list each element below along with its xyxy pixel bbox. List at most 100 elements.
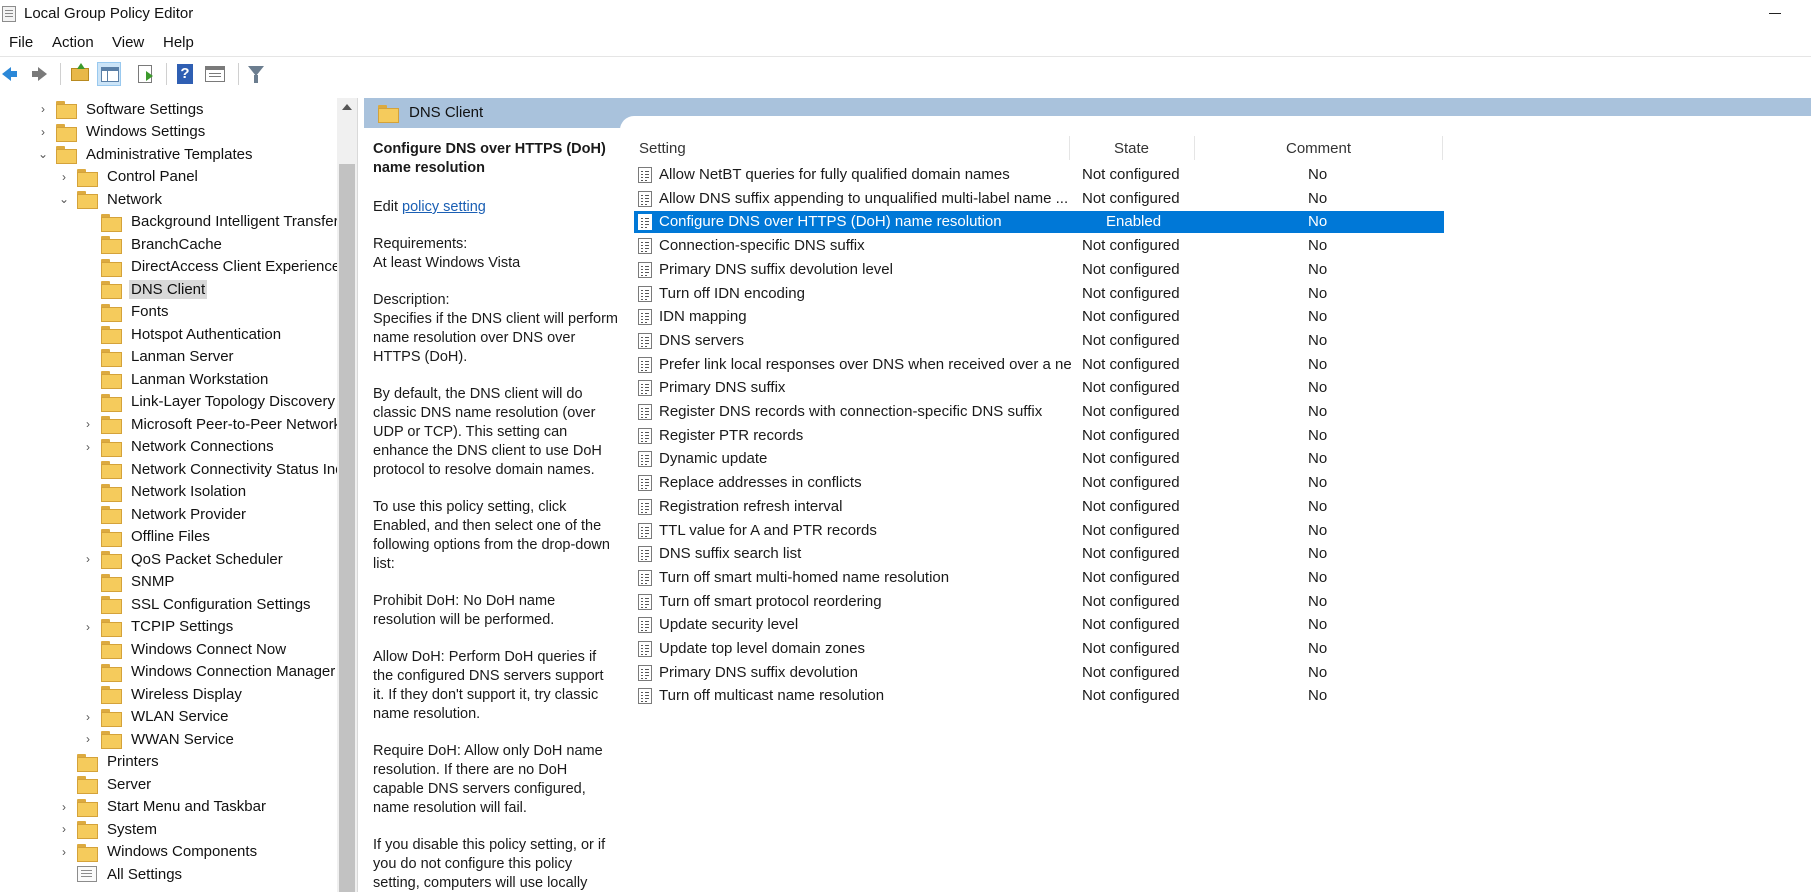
table-row[interactable]: DNS suffix search list Not configured No (634, 543, 1444, 565)
menu-file[interactable]: File (9, 34, 33, 51)
chevron-right-icon[interactable]: › (36, 125, 50, 139)
chevron-right-icon[interactable]: › (81, 620, 95, 634)
chevron-right-icon[interactable]: › (36, 102, 50, 116)
tree-item[interactable]: Windows Connection Manager (81, 661, 337, 683)
table-row[interactable]: Dynamic update Not configured No (634, 448, 1444, 470)
tree-item[interactable]: SNMP (81, 571, 176, 593)
tree-item[interactable]: › Control Panel (57, 166, 200, 188)
tree-item[interactable]: DirectAccess Client Experience Se (81, 256, 357, 278)
tree-item[interactable]: › QoS Packet Scheduler (81, 548, 285, 570)
column-header-comment[interactable]: Comment (1286, 140, 1351, 157)
tree-item[interactable]: Link-Layer Topology Discovery (81, 391, 337, 413)
tree-item[interactable]: Network Isolation (81, 481, 248, 503)
folder-icon (101, 303, 122, 322)
table-row[interactable]: Register PTR records Not configured No (634, 425, 1444, 447)
up-one-level-button[interactable] (68, 62, 92, 86)
tree-item[interactable]: Offline Files (81, 526, 212, 548)
table-row[interactable]: Prefer link local responses over DNS whe… (634, 354, 1444, 376)
column-header-setting[interactable]: Setting (639, 140, 686, 157)
menu-help[interactable]: Help (163, 34, 194, 51)
table-row[interactable]: Update top level domain zones Not configu… (634, 638, 1444, 660)
tree-item[interactable]: Printers (57, 751, 161, 773)
show-hide-console-tree-button[interactable] (97, 62, 121, 86)
scroll-thumb[interactable] (339, 164, 355, 892)
tree-item[interactable]: › Windows Components (57, 841, 259, 863)
chevron-down-icon[interactable]: ⌄ (36, 147, 50, 161)
table-row[interactable]: DNS servers Not configured No (634, 330, 1444, 352)
minimize-button[interactable] (1752, 0, 1798, 28)
table-row[interactable]: Turn off smart protocol reordering Not co… (634, 591, 1444, 613)
tree-item[interactable]: Windows Connect Now (81, 638, 288, 660)
console-tree[interactable]: › Software Settings › Windows Settings ⌄ Admi… (0, 98, 358, 892)
chevron-down-icon[interactable]: ⌄ (57, 192, 71, 206)
edit-policy-setting-link[interactable]: policy setting (402, 199, 486, 215)
tree-item[interactable]: BranchCache (81, 233, 224, 255)
table-row[interactable]: Registration refresh interval Not configu… (634, 496, 1444, 518)
chevron-right-icon[interactable]: › (81, 417, 95, 431)
table-row[interactable]: Turn off smart multi-homed name resoluti… (634, 567, 1444, 589)
tree-item[interactable]: Fonts (81, 301, 171, 323)
tree-item[interactable]: Lanman Server (81, 346, 236, 368)
export-list-button[interactable] (134, 62, 158, 86)
chevron-right-icon[interactable]: › (81, 440, 95, 454)
tree-item[interactable]: ⌄ Network (57, 188, 164, 210)
tree-item[interactable]: Network Provider (81, 503, 248, 525)
tree-item[interactable]: Background Intelligent Transfer (81, 211, 341, 233)
table-row[interactable]: Turn off multicast name resolution Not co… (634, 685, 1444, 707)
tree-item[interactable]: › Microsoft Peer-to-Peer Network (81, 413, 343, 435)
chevron-right-icon[interactable]: › (57, 170, 71, 184)
tree-item[interactable]: ⌄ Administrative Templates (36, 143, 254, 165)
table-row[interactable]: Primary DNS suffix devolution Not configu… (634, 662, 1444, 684)
tree-item[interactable]: DNS Client (81, 278, 208, 300)
chevron-right-icon[interactable]: › (57, 845, 71, 859)
policy-setting-icon (638, 546, 652, 563)
table-row[interactable]: Configure DNS over HTTPS (DoH) name reso… (634, 211, 1444, 234)
column-divider[interactable] (1442, 136, 1443, 160)
tree-scrollbar[interactable] (337, 98, 357, 892)
table-row[interactable]: Primary DNS suffix devolution level Not c… (634, 259, 1444, 281)
column-divider[interactable] (1069, 136, 1070, 160)
chevron-right-icon[interactable]: › (81, 552, 95, 566)
table-row[interactable]: Replace addresses in conflicts Not config… (634, 472, 1444, 494)
column-divider[interactable] (1194, 136, 1195, 160)
back-button[interactable] (0, 62, 24, 86)
column-header-state[interactable]: State (1114, 140, 1149, 157)
tree-item-label: Wireless Display (131, 685, 242, 703)
table-row[interactable]: Register DNS records with connection-spe… (634, 401, 1444, 423)
table-row[interactable]: Connection-specific DNS suffix Not config… (634, 235, 1444, 257)
forward-button[interactable] (28, 62, 52, 86)
chevron-right-icon[interactable]: › (81, 732, 95, 746)
chevron-right-icon[interactable]: › (81, 710, 95, 724)
tree-item[interactable]: › WWAN Service (81, 728, 236, 750)
table-row[interactable]: Allow NetBT queries for fully qualified … (634, 164, 1444, 186)
folder-icon (56, 146, 77, 164)
tree-item[interactable]: Wireless Display (81, 683, 244, 705)
tree-item[interactable]: › Windows Settings (36, 121, 207, 143)
menu-view[interactable]: View (112, 34, 144, 51)
table-row[interactable]: Allow DNS suffix appending to unqualifie… (634, 188, 1444, 210)
tree-item[interactable]: › Software Settings (36, 98, 206, 120)
tree-item[interactable]: › Network Connections (81, 436, 276, 458)
tree-item[interactable]: Network Connectivity Status Ind (81, 458, 346, 480)
chevron-right-icon[interactable]: › (57, 822, 71, 836)
table-row[interactable]: Turn off IDN encoding Not configured No (634, 283, 1444, 305)
menu-action[interactable]: Action (52, 34, 94, 51)
tree-item[interactable]: SSL Configuration Settings (81, 593, 313, 615)
chevron-right-icon[interactable]: › (57, 800, 71, 814)
tree-item[interactable]: All Settings (57, 863, 184, 885)
tree-item[interactable]: › TCPIP Settings (81, 616, 235, 638)
tree-item[interactable]: Server (57, 773, 153, 795)
table-row[interactable]: IDN mapping Not configured No (634, 306, 1444, 328)
filter-button[interactable] (244, 62, 268, 86)
table-row[interactable]: TTL value for A and PTR records Not confi… (634, 520, 1444, 542)
tree-item[interactable]: › System (57, 818, 159, 840)
help-button[interactable]: ? (173, 62, 197, 86)
scroll-up-arrow-icon[interactable] (342, 104, 352, 110)
table-row[interactable]: Update security level Not configured No (634, 614, 1444, 636)
tree-item[interactable]: › WLAN Service (81, 706, 231, 728)
table-row[interactable]: Primary DNS suffix Not configured No (634, 377, 1444, 399)
properties-button[interactable] (203, 62, 227, 86)
tree-item[interactable]: Hotspot Authentication (81, 323, 283, 345)
tree-item[interactable]: › Start Menu and Taskbar (57, 796, 268, 818)
tree-item[interactable]: Lanman Workstation (81, 368, 270, 390)
